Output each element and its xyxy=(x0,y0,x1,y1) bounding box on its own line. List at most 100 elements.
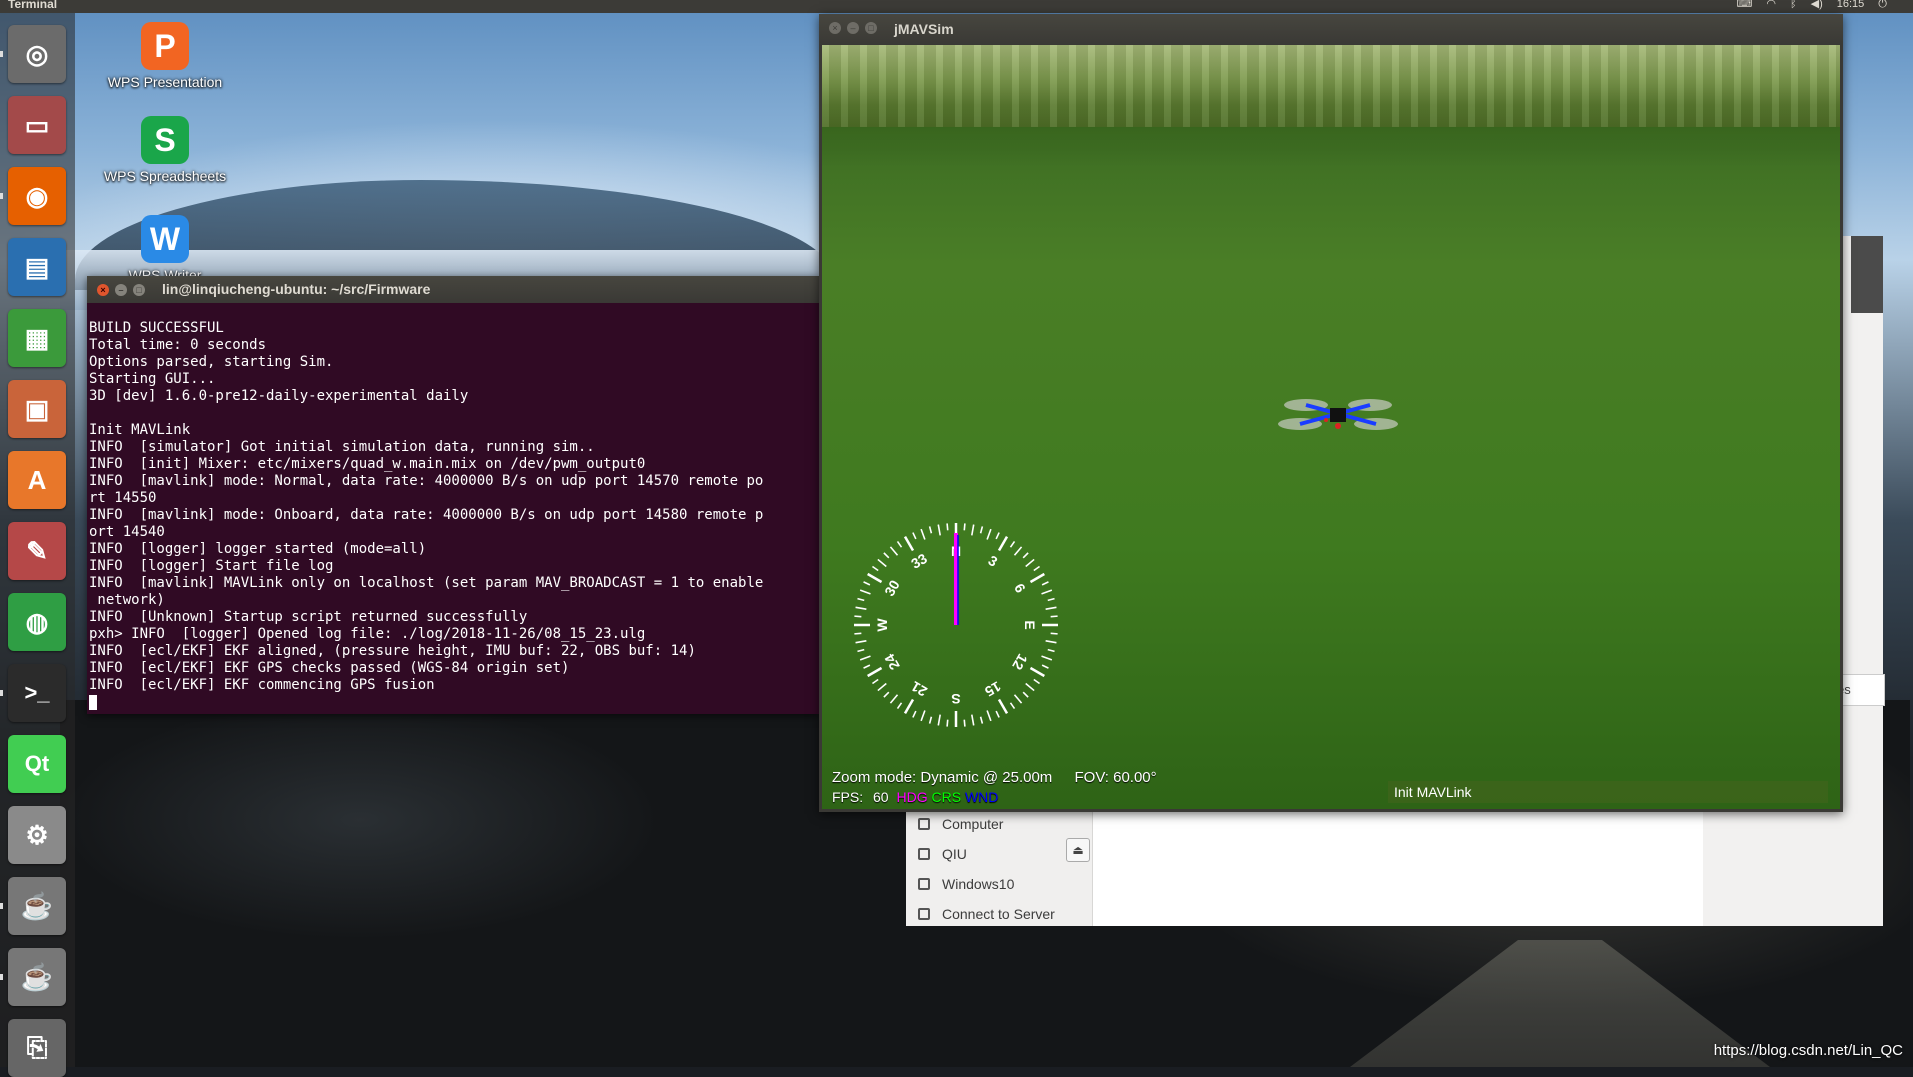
compass-gauge: N36E1215S2124W3033 xyxy=(854,523,1058,727)
desktop-icon-wps-spreadsheets[interactable]: S WPS Spreadsheets xyxy=(90,116,240,184)
ubuntu-dash-icon[interactable]: ◎ xyxy=(8,25,66,83)
wps-writer-icon: W xyxy=(141,215,189,263)
compass-tick xyxy=(912,710,917,718)
compass-tick xyxy=(1029,572,1045,584)
usb-drive-icon[interactable]: ⎘ xyxy=(8,1019,66,1077)
files-icon[interactable]: ▭ xyxy=(8,96,66,154)
wnd-legend: WND xyxy=(964,789,999,805)
compass-tick xyxy=(896,540,903,548)
terminal-icon[interactable]: >_ xyxy=(8,664,66,722)
settings-icon[interactable]: ⚙ xyxy=(8,806,66,864)
power-icon[interactable]: ⏻ xyxy=(1878,0,1887,11)
firefox-icon[interactable]: ◉ xyxy=(8,167,66,225)
computer-icon xyxy=(918,818,930,830)
wifi-icon[interactable]: ◠ xyxy=(1766,0,1776,11)
keyboard-icon[interactable]: ⌨ xyxy=(1737,0,1753,11)
qt-creator-icon[interactable]: Qt xyxy=(8,735,66,793)
compass-tick xyxy=(1045,640,1057,644)
sim-status-bar: Init MAVLink xyxy=(1388,781,1828,803)
sim-3d-view[interactable]: N36E1215S2124W3033 Zoom mode: Dynamic @ … xyxy=(822,45,1840,809)
minimize-icon[interactable]: – xyxy=(847,22,859,34)
files-partial-button[interactable]: es xyxy=(1836,674,1885,706)
terminal-line: INFO [logger] logger started (mode=all) xyxy=(89,541,427,557)
compass-tick xyxy=(946,719,949,727)
compass-tick xyxy=(863,581,871,586)
desktop-icon-label: WPS Presentation xyxy=(107,74,223,90)
compass-tick xyxy=(883,691,890,698)
compass-tick xyxy=(920,528,926,540)
sidebar-item-windows10[interactable]: Windows10 xyxy=(918,870,1014,898)
sidebar-item-qiu[interactable]: QIU xyxy=(918,840,967,868)
compass-tick xyxy=(1041,655,1053,661)
compass-tick xyxy=(1050,632,1058,635)
compass-tick xyxy=(1022,552,1029,559)
compass-tick xyxy=(986,710,992,722)
desktop-icon-wps-writer[interactable]: W WPS Writer xyxy=(90,215,240,283)
compass-tick xyxy=(854,632,862,635)
sidebar-item-computer[interactable]: Computer xyxy=(918,810,1003,838)
desktop-icon-wps-presentation[interactable]: P WPS Presentation xyxy=(90,22,240,90)
sidebar-item-connect-to-server[interactable]: Connect to Server xyxy=(918,900,1055,928)
terminal-line: 3D [dev] 1.6.0-pre12-daily-experimental … xyxy=(89,388,469,404)
terminal-output[interactable]: BUILD SUCCESSFUL Total time: 0 seconds Opt… xyxy=(87,303,819,711)
compass-tick xyxy=(1009,540,1016,548)
software-center-icon[interactable]: A xyxy=(8,451,66,509)
volume-icon[interactable]: ◀) xyxy=(1811,0,1823,11)
compass-tick xyxy=(963,523,966,531)
compass-tick xyxy=(1022,691,1029,698)
running-indicator xyxy=(0,690,3,696)
compass-tick xyxy=(1033,678,1041,685)
compass-tick xyxy=(997,536,1009,552)
compass-tick xyxy=(857,597,865,602)
terminal-line: INFO [init] Mixer: etc/mixers/quad_w.mai… xyxy=(89,456,646,472)
terminal-window[interactable]: × – □ lin@linqiucheng-ubuntu: ~/src/Firm… xyxy=(87,276,819,714)
maximize-icon[interactable]: □ xyxy=(133,284,145,296)
compass-tick xyxy=(1041,664,1049,669)
java-app-icon[interactable]: ☕ xyxy=(8,877,66,935)
compass-tick xyxy=(877,558,887,568)
zoom-mode-text: Zoom mode: Dynamic @ 25.00m xyxy=(832,769,1053,786)
close-icon[interactable]: × xyxy=(829,22,841,34)
terminal-titlebar[interactable]: × – □ lin@linqiucheng-ubuntu: ~/src/Firm… xyxy=(87,276,819,303)
close-icon[interactable]: × xyxy=(97,284,109,296)
compass-tick xyxy=(995,532,1000,540)
compass-tick xyxy=(871,678,879,685)
libreoffice-calc-icon[interactable]: ▦ xyxy=(8,309,66,367)
wps-presentation-icon: P xyxy=(141,22,189,70)
jmavsim-window[interactable]: × – □ jMAVSim N36E1215S2124W3033 Zoom mo… xyxy=(819,14,1843,812)
bluetooth-icon[interactable]: ᛒ xyxy=(1790,0,1797,11)
terminal-cursor xyxy=(89,694,97,710)
compass-tick xyxy=(1013,694,1023,704)
maximize-icon[interactable]: □ xyxy=(865,22,877,34)
running-indicator xyxy=(0,974,3,980)
libreoffice-impress-icon[interactable]: ▣ xyxy=(8,380,66,438)
compass-tick xyxy=(854,615,862,618)
java-app-2-icon[interactable]: ☕ xyxy=(8,948,66,1006)
eject-icon[interactable]: ⏏ xyxy=(1066,838,1090,862)
compass-tick xyxy=(859,655,871,661)
files-main-area xyxy=(1093,806,1703,926)
compass-tick xyxy=(979,526,984,534)
terminal-line: INFO [logger] Start file log xyxy=(89,558,334,574)
terminal-line: pxh> INFO [logger] Opened log file: ./lo… xyxy=(89,626,646,642)
quadcopter-model xyxy=(1278,399,1398,430)
compass-label: 30 xyxy=(881,577,903,599)
sim-status-text: Init MAVLink xyxy=(1394,784,1472,800)
jmavsim-titlebar[interactable]: × – □ jMAVSim xyxy=(819,14,1843,45)
compass-tick xyxy=(979,716,984,724)
chrome-icon[interactable]: ◍ xyxy=(8,593,66,651)
sidebar-item-label: Computer xyxy=(942,816,1004,832)
compass-tick xyxy=(1045,606,1057,610)
compass-tick xyxy=(867,572,883,584)
hdg-legend: HDG xyxy=(896,789,928,805)
libreoffice-writer-icon[interactable]: ▤ xyxy=(8,238,66,296)
terminal-line: network) xyxy=(89,592,165,608)
terminal-line: INFO [mavlink] mode: Normal, data rate: … xyxy=(89,473,764,489)
fov-text: FOV: 60.00° xyxy=(1074,769,1157,786)
files-sidebar: Computer QIU Windows10 Connect to Server xyxy=(906,806,1093,926)
clock[interactable]: 16:15 xyxy=(1837,0,1865,11)
minimize-icon[interactable]: – xyxy=(115,284,127,296)
compass-label: S xyxy=(951,691,960,707)
system-tools-icon[interactable]: ✎ xyxy=(8,522,66,580)
compass-tick xyxy=(1025,558,1035,568)
